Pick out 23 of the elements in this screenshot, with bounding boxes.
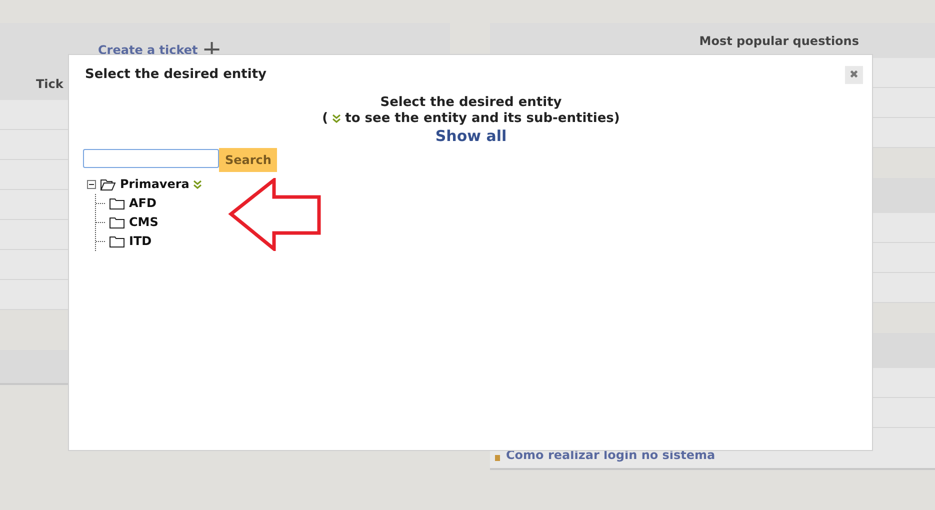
instruction-text: Select the desired entity xyxy=(380,94,562,110)
bullet-icon xyxy=(495,455,500,461)
panel-title: Most popular questions xyxy=(699,32,859,50)
close-button[interactable]: ✖ xyxy=(845,66,863,84)
search-field[interactable] xyxy=(83,148,219,168)
double-chevron-icon[interactable] xyxy=(332,114,342,123)
double-chevron-icon[interactable] xyxy=(193,180,202,188)
folder-icon xyxy=(109,216,125,228)
tree-item[interactable]: AFD xyxy=(129,194,156,212)
dialog-title: Select the desired entity xyxy=(85,66,267,84)
open-folder-icon xyxy=(100,178,116,190)
tree-item[interactable]: CMS xyxy=(129,213,158,231)
column-label: Tick xyxy=(36,76,64,93)
collapse-icon[interactable] xyxy=(87,180,96,188)
paren-text: ( xyxy=(322,110,328,126)
search-button[interactable]: Search xyxy=(219,148,278,172)
folder-icon xyxy=(109,234,125,248)
show-all-link[interactable]: Show all xyxy=(435,126,507,144)
arrow-icon xyxy=(228,178,322,251)
instruction-text: to see the entity and its sub-entities) xyxy=(345,110,620,126)
folder-icon xyxy=(109,196,125,210)
tree-item[interactable]: ITD xyxy=(129,232,152,250)
tree-item[interactable]: Primavera xyxy=(120,175,190,193)
